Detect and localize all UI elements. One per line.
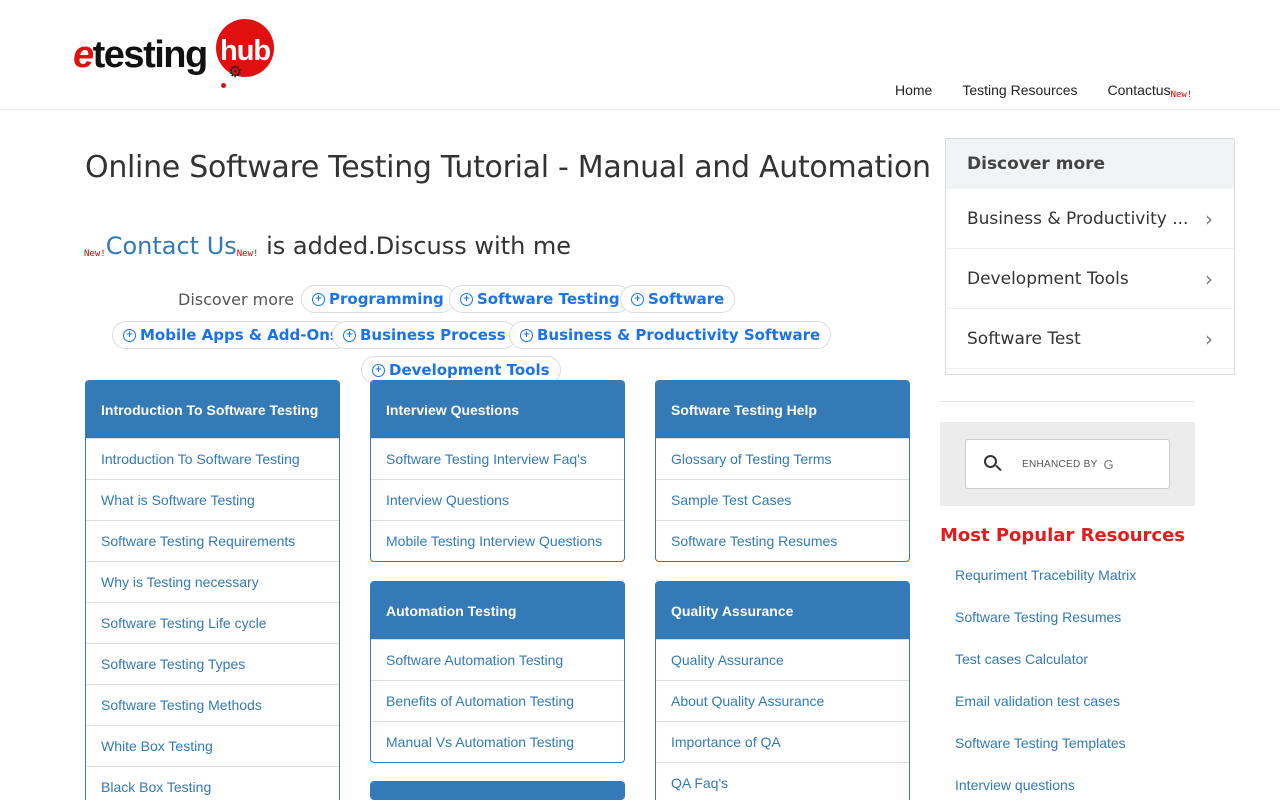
popular-resources-list: Requriment Tracebility Matrix Software T… [955, 567, 1136, 800]
site-logo[interactable]: etesting hub ⚙ [70, 14, 280, 94]
announcement: New!Contact UsNew! is added.Discuss with… [84, 232, 571, 260]
list-item[interactable]: Sample Test Cases [656, 479, 909, 520]
enhanced-by-label: ENHANCED BY [1022, 458, 1098, 470]
list-item[interactable]: Software Testing Types [86, 643, 339, 684]
panel-introduction: Introduction To Software Testing Introdu… [85, 380, 340, 800]
panel-title: Quality Assurance [656, 582, 909, 639]
popular-link[interactable]: Software Testing Resumes [955, 609, 1136, 651]
list-item[interactable]: QA Faq's [656, 762, 909, 800]
list-item[interactable]: Software Testing Life cycle [86, 602, 339, 643]
nav-contactus-label: Contactus [1107, 82, 1171, 98]
chip-business-process[interactable]: + Business Process [332, 321, 517, 349]
list-item[interactable]: Software Automation Testing [371, 639, 624, 680]
popular-resources-title: Most Popular Resources [940, 525, 1186, 546]
search-input[interactable]: ENHANCED BY G [965, 439, 1170, 489]
panel-software-testing-help: Software Testing Help Glossary of Testin… [655, 380, 910, 562]
plus-icon: + [123, 328, 136, 342]
plus-icon: + [520, 328, 533, 342]
chip-mobile-apps[interactable]: + Mobile Apps & Add-Ons [112, 321, 350, 349]
list-item[interactable]: Benefits of Automation Testing [371, 680, 624, 721]
list-item[interactable]: Quality Assurance [656, 639, 909, 680]
announcement-text: is added.Discuss with me [258, 232, 572, 260]
sidebar-discover-more: Discover more Business & Productivity ..… [945, 138, 1235, 375]
chevron-right-icon: › [1205, 206, 1213, 231]
panel-title: Software Testing Help [656, 381, 909, 438]
new-badge: New! [84, 249, 106, 259]
discover-more-label: Discover more [178, 290, 295, 309]
plus-icon: + [631, 292, 644, 306]
panel-title: Introduction To Software Testing [86, 381, 339, 438]
popular-link[interactable]: Email validation test cases [955, 693, 1136, 735]
list-item[interactable]: Importance of QA [656, 721, 909, 762]
list-item[interactable]: Software Testing Requirements [86, 520, 339, 561]
plus-icon: + [343, 328, 356, 342]
panel-next [370, 781, 625, 800]
panel-interview-questions: Interview Questions Software Testing Int… [370, 380, 625, 562]
gear-icon: ⚙ [228, 64, 243, 81]
google-logo: G [1103, 456, 1114, 472]
discover-item[interactable]: Development Tools › [946, 249, 1234, 309]
list-item[interactable]: What is Software Testing [86, 479, 339, 520]
popular-link[interactable]: Interview questions [955, 777, 1136, 800]
list-item[interactable]: Interview Questions [371, 479, 624, 520]
list-item[interactable]: Glossary of Testing Terms [656, 438, 909, 479]
nav-contactus[interactable]: ContactusNew! [1108, 82, 1193, 100]
plus-icon: + [312, 292, 325, 306]
panel-title [371, 782, 624, 800]
nav-home[interactable]: Home [895, 82, 932, 100]
chip-business-productivity[interactable]: + Business & Productivity Software [509, 321, 832, 349]
panel-title: Interview Questions [371, 381, 624, 438]
popular-link[interactable]: Software Testing Templates [955, 735, 1136, 777]
discover-item[interactable]: Software Test › [946, 309, 1234, 369]
list-item[interactable]: Mobile Testing Interview Questions [371, 520, 624, 561]
page-title: Online Software Testing Tutorial - Manua… [85, 150, 931, 185]
list-item[interactable]: Introduction To Software Testing [86, 438, 339, 479]
list-item[interactable]: Black Box Testing [86, 766, 339, 800]
panel-quality-assurance: Quality Assurance Quality Assurance Abou… [655, 581, 910, 800]
logo-wordmark: etesting [73, 34, 208, 76]
new-badge: New! [236, 249, 259, 259]
chip-software[interactable]: + Software [620, 285, 736, 313]
search-icon [984, 455, 1002, 473]
chip-software-testing[interactable]: + Software Testing [449, 285, 631, 313]
panel-title: Automation Testing [371, 582, 624, 639]
popular-link[interactable]: Test cases Calculator [955, 651, 1136, 693]
chevron-right-icon: › [1205, 266, 1213, 291]
plus-icon: + [372, 363, 385, 377]
discover-item[interactable]: Business & Productivity ... › [946, 189, 1234, 249]
main-nav: Home Testing Resources ContactusNew! [895, 82, 1222, 100]
nav-testing-resources[interactable]: Testing Resources [962, 82, 1077, 100]
logo-dot [221, 83, 226, 88]
chevron-right-icon: › [1205, 326, 1213, 351]
panel-automation-testing: Automation Testing Software Automation T… [370, 581, 625, 763]
list-item[interactable]: White Box Testing [86, 725, 339, 766]
list-item[interactable]: Software Testing Methods [86, 684, 339, 725]
sidebar-divider [940, 401, 1195, 402]
list-item[interactable]: Manual Vs Automation Testing [371, 721, 624, 762]
list-item[interactable]: Software Testing Interview Faq's [371, 438, 624, 479]
plus-icon: + [460, 292, 473, 306]
list-item[interactable]: Why is Testing necessary [86, 561, 339, 602]
search-widget: ENHANCED BY G [940, 422, 1195, 506]
discover-title: Discover more [946, 139, 1234, 189]
list-item[interactable]: Software Testing Resumes [656, 520, 909, 561]
popular-link[interactable]: Requriment Tracebility Matrix [955, 567, 1136, 609]
chip-programming[interactable]: + Programming [301, 285, 455, 313]
contact-us-link[interactable]: Contact Us [106, 232, 237, 260]
site-header: etesting hub ⚙ Home Testing Resources Co… [0, 0, 1280, 110]
list-item[interactable]: About Quality Assurance [656, 680, 909, 721]
new-badge: New! [1170, 90, 1193, 100]
